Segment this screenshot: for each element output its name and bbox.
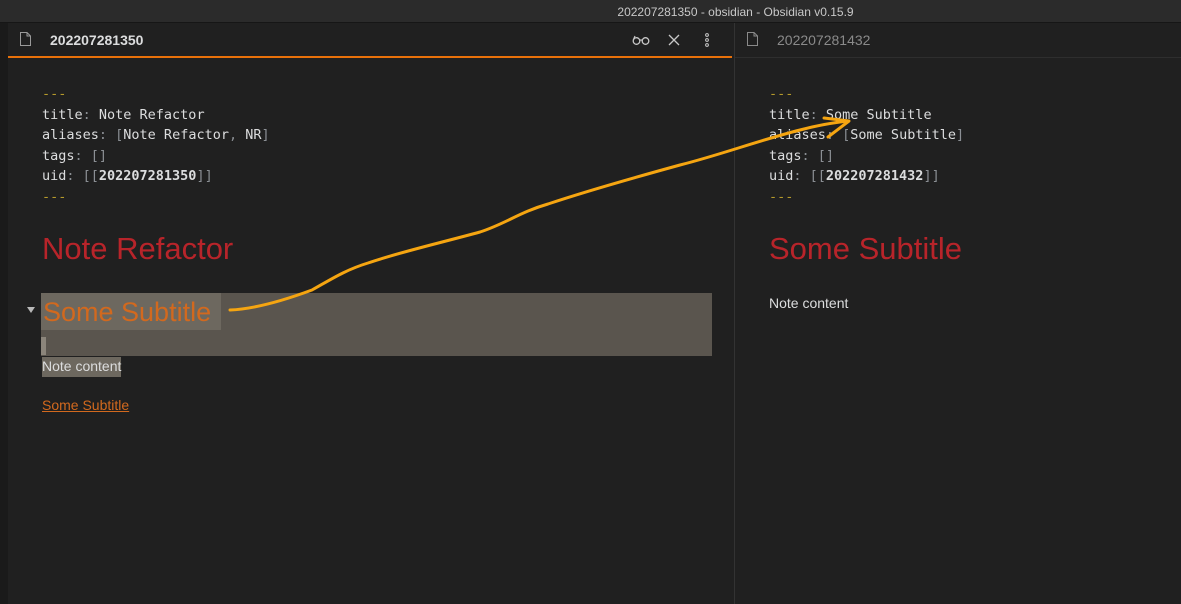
obsidian-window: 202207281350 - obsidian - Obsidian v0.15…: [0, 0, 1181, 604]
frontmatter-aliases-line: aliases: [Note Refactor, NR]: [42, 127, 270, 143]
close-icon[interactable]: [663, 29, 685, 51]
right-tab-title[interactable]: 202207281432: [777, 32, 870, 48]
frontmatter-tags-line: tags: []: [42, 147, 108, 164]
heading-1[interactable]: Some Subtitle: [769, 231, 962, 267]
fm-value: 202207281432: [825, 168, 924, 184]
note-content-text[interactable]: Note content: [42, 357, 122, 377]
reading-view-glasses-icon[interactable]: [630, 29, 652, 51]
frontmatter-close: ---: [769, 188, 794, 205]
note-content-text[interactable]: Note content: [769, 295, 848, 311]
frontmatter-title-line: title: Note Refactor: [42, 106, 205, 123]
right-editor-pane[interactable]: 202207281432 --- title: Some Subtitle al…: [734, 23, 1181, 604]
left-gutter: [0, 23, 8, 604]
frontmatter-tags-line: tags: []: [769, 147, 835, 164]
fm-value: Note Refactor: [98, 106, 205, 123]
file-icon: [747, 32, 758, 46]
fm-key: tags: [42, 147, 75, 164]
frontmatter-title-line: title: Some Subtitle: [769, 106, 932, 123]
left-editor-pane[interactable]: 202207281350 --- title: Note Refactor al…: [8, 23, 732, 604]
frontmatter-uid-line: uid: [[202207281350]]: [42, 168, 213, 184]
right-pane-header: 202207281432: [735, 23, 1181, 58]
fm-key: title: [42, 106, 83, 123]
fm-key: title: [769, 106, 810, 123]
fm-value: []: [90, 147, 108, 164]
left-tab-title[interactable]: 202207281350: [50, 32, 143, 48]
fm-key: uid: [769, 168, 794, 184]
frontmatter-aliases-line: aliases: [Some Subtitle]: [769, 127, 965, 143]
right-editor-content[interactable]: --- title: Some Subtitle aliases: [Some …: [735, 59, 1181, 604]
frontmatter-uid-line: uid: [[202207281432]]: [769, 168, 940, 184]
fm-key: tags: [769, 147, 802, 164]
heading-1[interactable]: Note Refactor: [42, 231, 233, 267]
title-bar: 202207281350 - obsidian - Obsidian v0.15…: [0, 0, 1181, 23]
fm-key: aliases: [42, 127, 99, 143]
frontmatter-block[interactable]: --- title: Note Refactor aliases: [Note …: [42, 84, 270, 207]
window-title: 202207281350 - obsidian - Obsidian v0.15…: [617, 5, 854, 19]
fm-key: aliases: [769, 127, 826, 143]
left-pane-header: 202207281350: [8, 23, 732, 58]
fm-value: NR: [245, 127, 262, 143]
frontmatter-block[interactable]: --- title: Some Subtitle aliases: [Some …: [769, 84, 964, 207]
left-editor-content[interactable]: --- title: Note Refactor aliases: [Note …: [8, 59, 732, 604]
more-options-icon[interactable]: [696, 29, 718, 51]
fm-value: Some Subtitle: [850, 127, 956, 143]
fm-key: uid: [42, 168, 67, 184]
fm-value: Note Refactor: [123, 127, 229, 143]
internal-link[interactable]: Some Subtitle: [42, 397, 129, 413]
file-icon: [20, 32, 31, 46]
fm-value: []: [817, 147, 835, 164]
heading-2[interactable]: Some Subtitle: [43, 297, 211, 328]
text-cursor: [41, 337, 46, 355]
frontmatter-close: ---: [42, 188, 67, 205]
frontmatter-open: ---: [769, 86, 794, 102]
fold-chevron-down-icon[interactable]: [27, 307, 35, 313]
frontmatter-open: ---: [42, 86, 67, 102]
fm-value: 202207281350: [98, 168, 197, 184]
fm-value: Some Subtitle: [825, 106, 932, 123]
